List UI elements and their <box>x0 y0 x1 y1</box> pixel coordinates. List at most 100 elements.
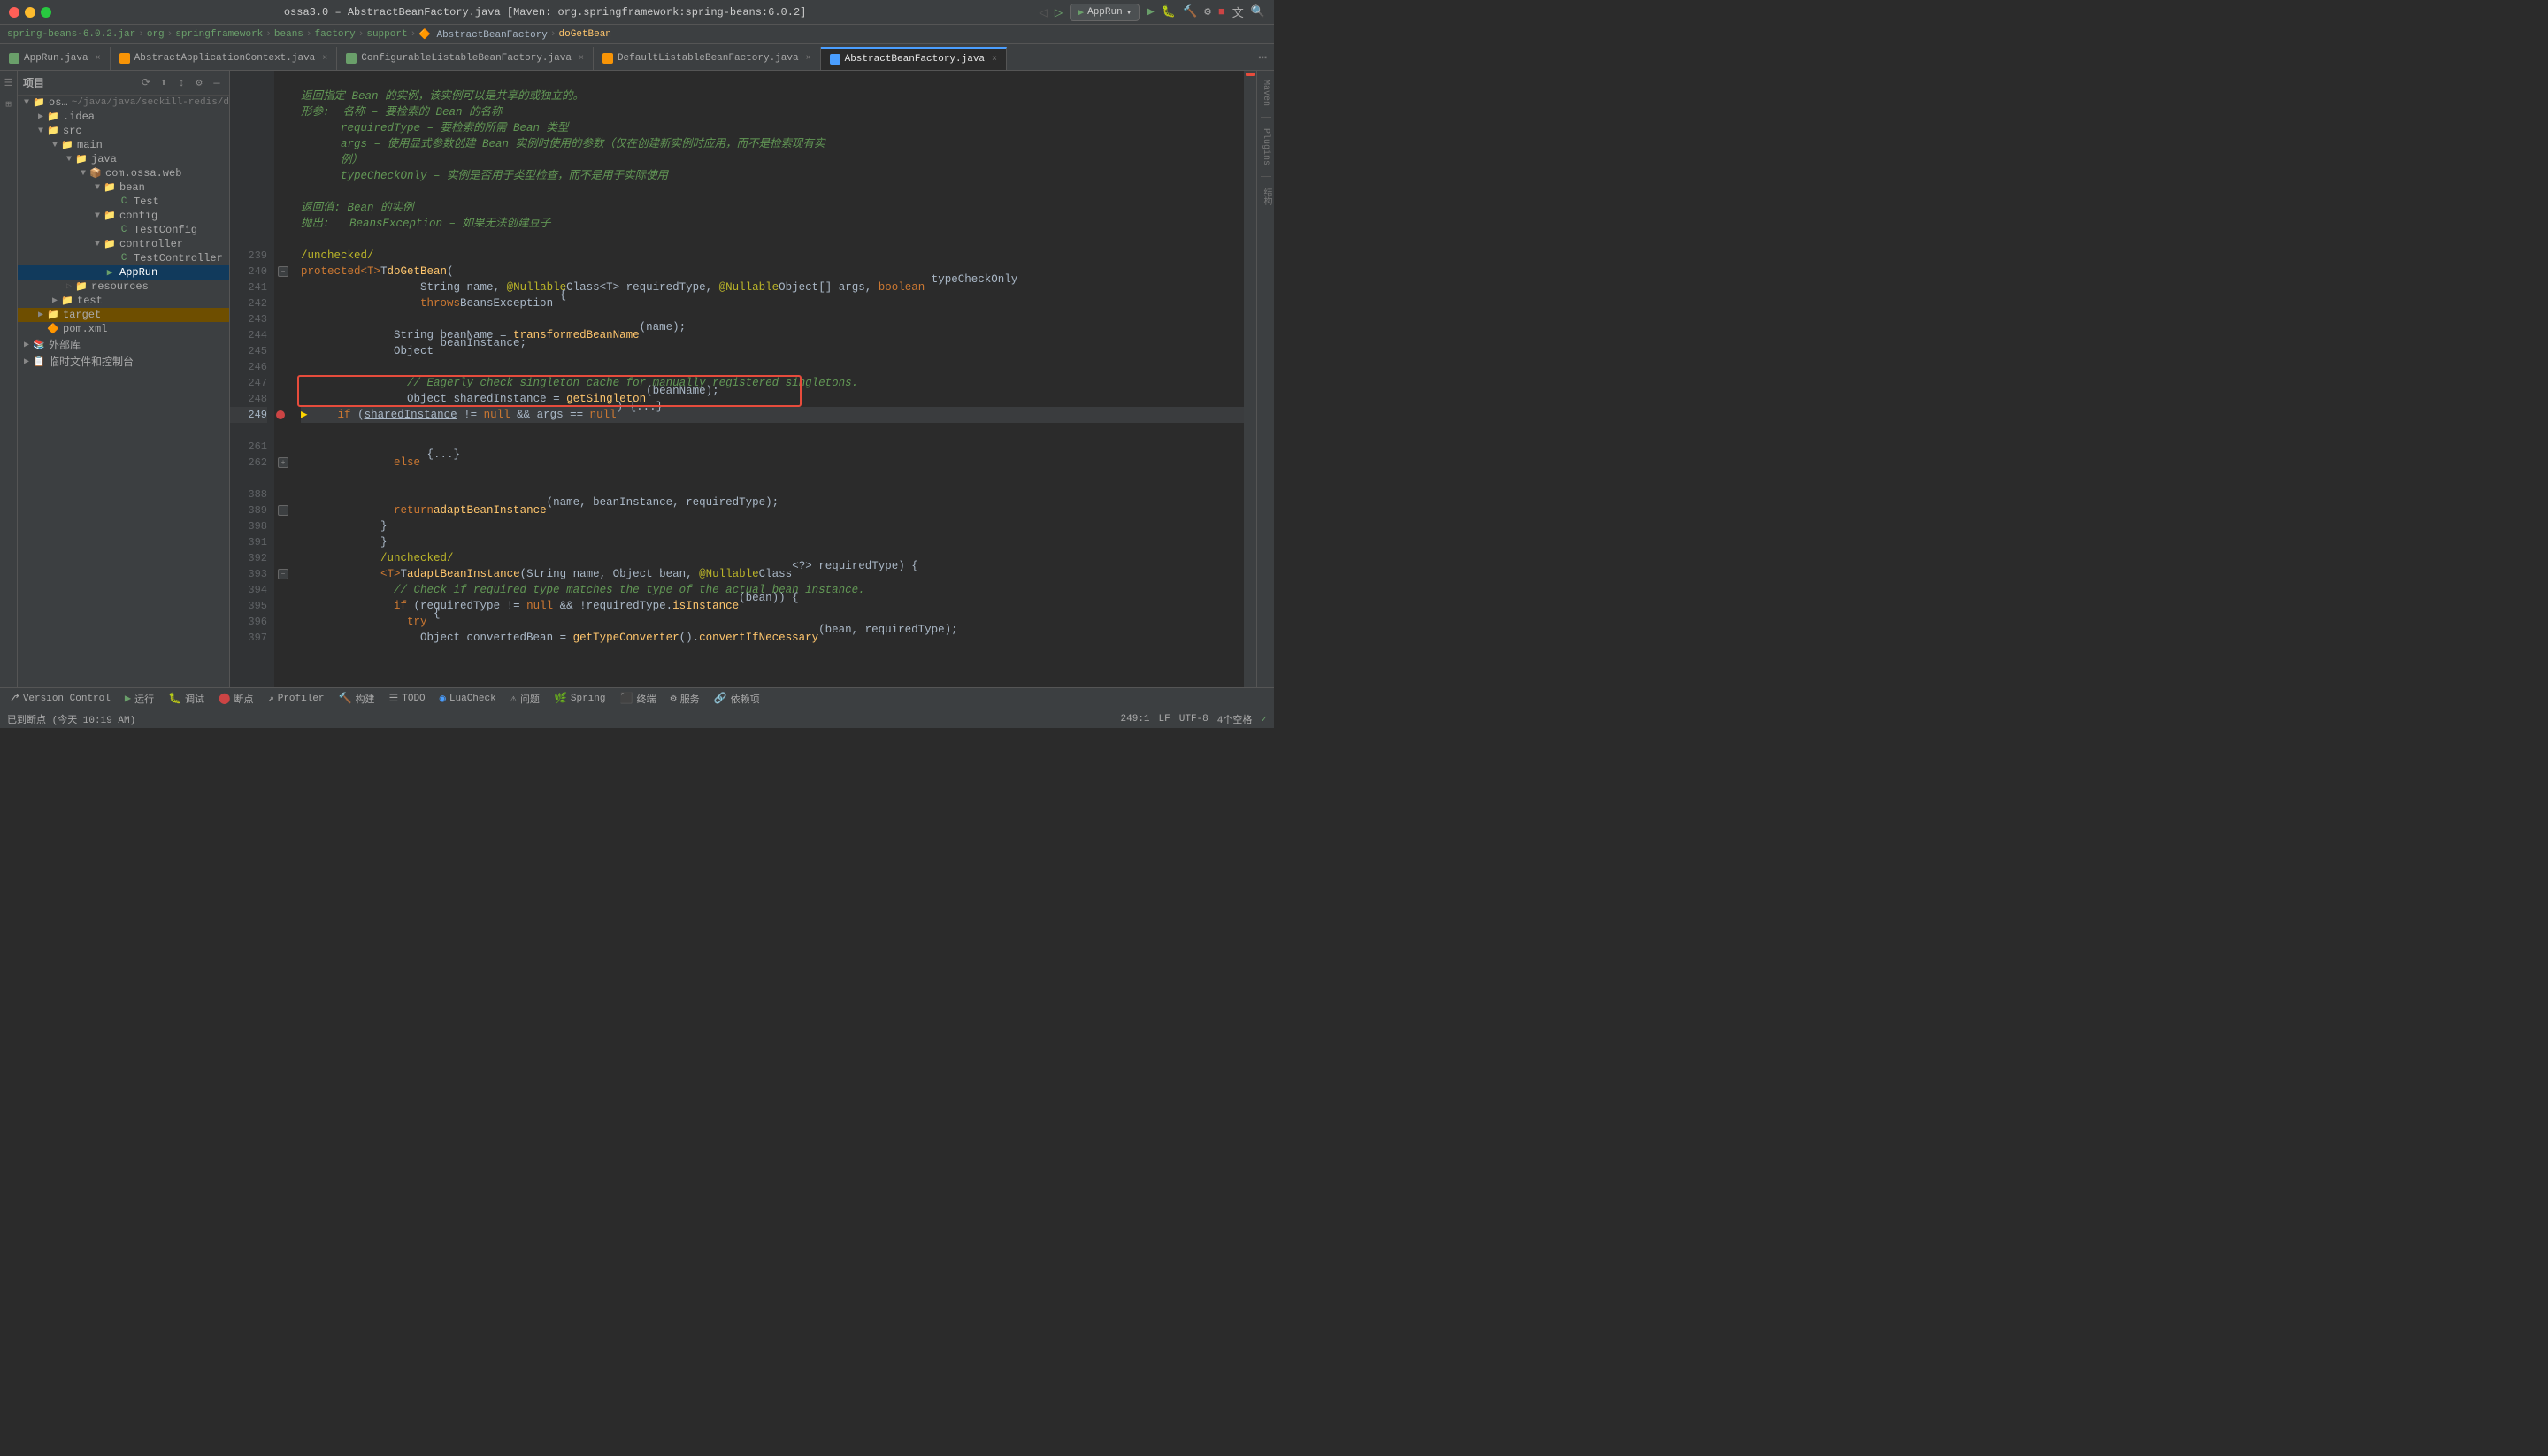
tree-item-testconfig[interactable]: ▶ C TestConfig <box>18 223 229 237</box>
spring-item[interactable]: 🌿 Spring <box>554 692 606 705</box>
nav-forward-icon[interactable]: ▷ <box>1055 4 1063 21</box>
tab-close-config[interactable]: × <box>579 54 584 64</box>
bc-support[interactable]: support <box>366 29 407 40</box>
translate-icon[interactable]: 文 <box>1232 4 1244 20</box>
maven-label[interactable]: Maven <box>1259 76 1272 110</box>
sidebar-refresh-icon[interactable]: ⟳ <box>139 76 153 90</box>
dependencies-item[interactable]: 🔗 依赖项 <box>714 692 760 706</box>
tab-appctx[interactable]: AbstractApplicationContext.java × <box>111 47 338 70</box>
left-panel-toggle[interactable]: ☰ <box>2 76 16 90</box>
apprun-button[interactable]: ▶ AppRun ▾ <box>1070 4 1140 21</box>
code-line-gap1 <box>301 423 1244 439</box>
cursor-position[interactable]: 249:1 <box>1121 714 1150 724</box>
bc-beans[interactable]: beans <box>274 29 303 40</box>
tab-apprun[interactable]: AppRun.java × <box>0 47 111 70</box>
debug-item[interactable]: 🐛 调试 <box>168 692 204 706</box>
tab-default[interactable]: DefaultListableBeanFactory.java × <box>594 47 821 70</box>
search-icon[interactable]: 🔍 <box>1251 5 1265 19</box>
tree-item-ext-lib[interactable]: ▶ 📚 外部库 <box>18 336 229 353</box>
services-item[interactable]: ⚙ 服务 <box>670 692 699 706</box>
build-icon[interactable]: 🔨 <box>1183 5 1197 19</box>
plugins-label[interactable]: Plugins <box>1259 125 1272 169</box>
lua-item[interactable]: ◉ LuaCheck <box>440 692 496 705</box>
fold-icon-240[interactable]: − <box>278 266 288 277</box>
version-control-item[interactable]: ⎇ Version Control <box>7 692 111 705</box>
todo-item[interactable]: ☰ TODO <box>388 692 425 705</box>
tree-item-com[interactable]: ▼ 📦 com.ossa.web <box>18 166 229 180</box>
sidebar-collapse-icon[interactable]: ⬆ <box>157 76 171 90</box>
sidebar-sort-icon[interactable]: ↕ <box>174 76 188 90</box>
tree-arrow-config: ▼ <box>92 211 103 221</box>
code-line-doc4: args – 使用显式参数创建 Bean 实例时使用的参数（仅在创建新实例时应用… <box>301 136 1244 152</box>
nav-back-icon[interactable]: ◁ <box>1039 4 1048 21</box>
tree-item-target[interactable]: ▶ 📁 target <box>18 308 229 322</box>
tree-item-main[interactable]: ▼ 📁 main <box>18 138 229 152</box>
tree-item-testcontroller[interactable]: ▶ C TestController <box>18 251 229 265</box>
tree-item-test-folder[interactable]: ▶ 📁 test <box>18 294 229 308</box>
close-button[interactable] <box>9 7 19 18</box>
profiler-item[interactable]: ↗ Profiler <box>267 692 324 705</box>
tree-label-testconfig: TestConfig <box>134 224 229 236</box>
tree-item-pom[interactable]: ▶ 🔶 pom.xml <box>18 322 229 336</box>
run-item[interactable]: ▶ 运行 <box>125 692 154 706</box>
tree-item-bean[interactable]: ▼ 📁 bean <box>18 180 229 195</box>
fold-icon-389[interactable]: − <box>278 505 288 516</box>
tab-close-appctx[interactable]: × <box>322 54 327 64</box>
bc-jar[interactable]: spring-beans-6.0.2.jar <box>7 29 135 40</box>
debug-icon[interactable]: 🐛 <box>1162 5 1176 19</box>
window-controls[interactable] <box>9 7 51 18</box>
tree-item-ossa3[interactable]: ▼ 📁 ossa3.0 ~/java/java/seckill-redis/d <box>18 96 229 110</box>
maximize-button[interactable] <box>41 7 51 18</box>
code-editor[interactable]: 返回指定 Bean 的实例，该实例可以是共享的或独立的。 形参: 名称 – 要检… <box>292 71 1244 687</box>
tree-item-java[interactable]: ▼ 📁 java <box>18 152 229 166</box>
tree-item-idea[interactable]: ▶ 📁 .idea <box>18 110 229 124</box>
structure-icon[interactable]: ⊞ <box>2 97 16 111</box>
code-line-241: String name, @Nullable Class<T> required… <box>301 280 1244 295</box>
code-line-247: // Eagerly check singleton cache for man… <box>301 375 1244 391</box>
file-encoding[interactable]: UTF-8 <box>1179 714 1209 724</box>
red-highlight-container: // Eagerly check singleton cache for man… <box>301 375 1244 407</box>
build-item[interactable]: 🔨 构建 <box>339 692 375 706</box>
editor-content[interactable]: 239 240 241 242 243 244 245 246 247 248 … <box>230 71 1256 687</box>
tree-item-apprun[interactable]: ▶ ▶ AppRun <box>18 265 229 280</box>
structure-label[interactable]: 结构 <box>1257 184 1274 209</box>
code-line-doc <box>301 73 1244 88</box>
breakpoint-item[interactable]: ⬤ 断点 <box>219 692 253 706</box>
bc-springframework[interactable]: springframework <box>175 29 263 40</box>
tabs-overflow-button[interactable]: ⋯ <box>1251 49 1274 66</box>
sidebar-close-icon[interactable]: — <box>210 76 224 90</box>
statusbar-right: 249:1 LF UTF-8 4个空格 ✓ <box>1121 712 1267 726</box>
tree-item-test-class[interactable]: ▶ C Test <box>18 195 229 209</box>
tree-item-resources[interactable]: ▷ 📁 resources <box>18 280 229 294</box>
minimize-button[interactable] <box>25 7 35 18</box>
problems-item[interactable]: ⚠ 问题 <box>510 692 540 706</box>
code-line-240: protected <T> T doGetBean( <box>301 264 1244 280</box>
tree-item-controller-folder[interactable]: ▼ 📁 controller <box>18 237 229 251</box>
tab-config[interactable]: ConfigurableListableBeanFactory.java × <box>337 47 594 70</box>
bc-org[interactable]: org <box>147 29 165 40</box>
tab-abstract[interactable]: AbstractBeanFactory.java × <box>821 47 1007 70</box>
spring-icon: 🌿 <box>554 692 567 705</box>
sidebar-settings-icon[interactable]: ⚙ <box>192 76 206 90</box>
tree-label-main: main <box>77 139 229 151</box>
bc-factory[interactable]: factory <box>315 29 356 40</box>
line-ending[interactable]: LF <box>1159 714 1170 724</box>
folder-icon-src: 📁 <box>46 125 60 137</box>
tree-item-src[interactable]: ▼ 📁 src <box>18 124 229 138</box>
tree-item-config-folder[interactable]: ▼ 📁 config <box>18 209 229 223</box>
services-label: 服务 <box>680 692 700 706</box>
indent-type[interactable]: 4个空格 <box>1217 712 1253 726</box>
tab-close-default[interactable]: × <box>806 54 811 64</box>
terminal-item[interactable]: ⬛ 终端 <box>620 692 656 706</box>
stop-icon[interactable]: ■ <box>1218 5 1225 19</box>
tab-close-abstract[interactable]: × <box>992 55 997 65</box>
fold-icon-262[interactable]: + <box>278 457 288 468</box>
tab-close-apprun[interactable]: × <box>96 54 101 64</box>
run-play-icon[interactable]: ▶ <box>1147 4 1154 19</box>
tree-item-scratch[interactable]: ▶ 📋 临时文件和控制台 <box>18 353 229 370</box>
bc-class[interactable]: 🔶 AbstractBeanFactory <box>418 28 548 41</box>
fold-icon-393[interactable]: − <box>278 569 288 579</box>
settings-icon[interactable]: ⚙ <box>1204 5 1211 19</box>
debug-label: 调试 <box>185 692 204 706</box>
bc-method[interactable]: doGetBean <box>559 29 611 40</box>
